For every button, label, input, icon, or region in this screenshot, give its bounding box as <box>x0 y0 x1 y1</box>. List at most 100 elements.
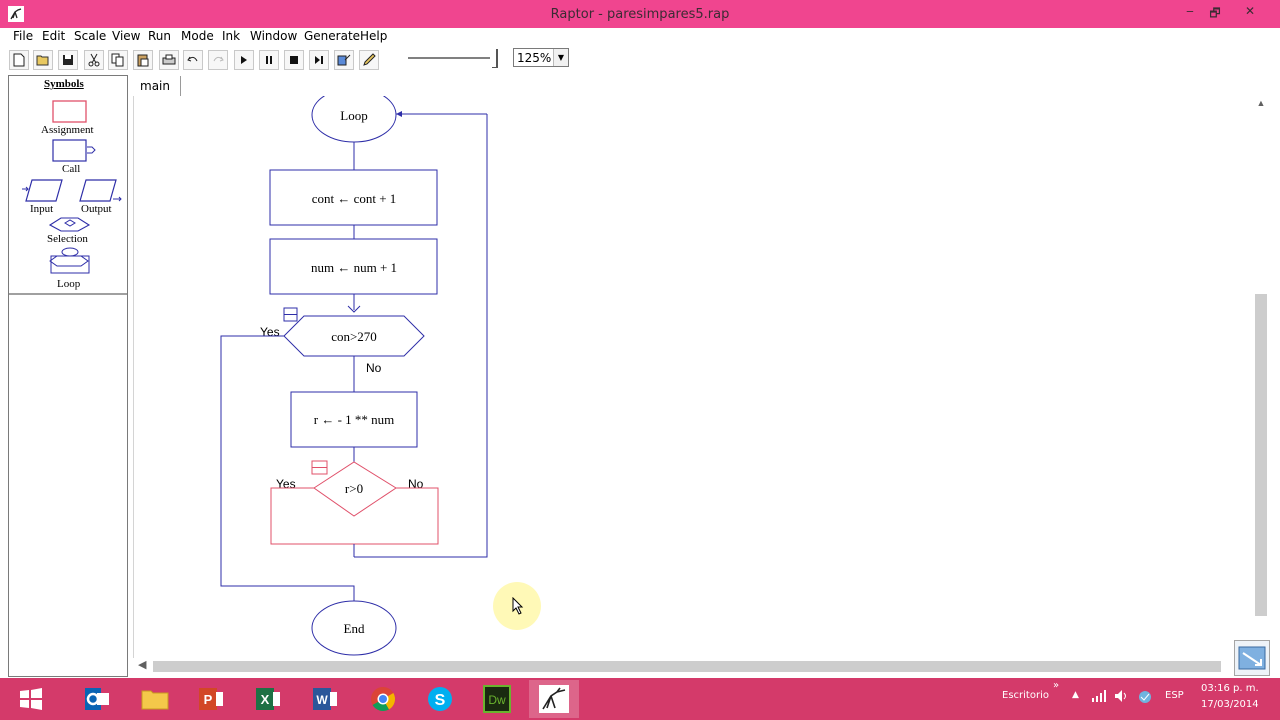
flowchart-canvas[interactable]: Loop cont ← cont + 1 num ← num + 1 con>2… <box>133 96 1254 658</box>
svg-text:X: X <box>261 692 270 707</box>
flowchart-drawing: Loop cont ← cont + 1 num ← num + 1 con>2… <box>220 96 488 656</box>
undo-icon[interactable] <box>183 50 203 70</box>
assignment-cont-label: cont ← cont + 1 <box>312 191 397 206</box>
decision-con-no: No <box>366 361 382 375</box>
tab-main-label: main <box>140 79 170 93</box>
selection-r-no: No <box>408 477 424 491</box>
selection-label: Selection <box>47 233 88 245</box>
menu-edit[interactable]: Edit <box>42 29 65 43</box>
outlook-icon[interactable] <box>72 680 122 718</box>
decision-con-yes: Yes <box>260 325 280 339</box>
decision-con-label: con>270 <box>331 329 377 344</box>
volume-icon[interactable] <box>1114 689 1130 703</box>
restore-button[interactable]: 🗗 <box>1203 4 1227 22</box>
taskbar: P X W S Dw Escritorio » ▲ ESP 03:16 p. m… <box>0 678 1280 720</box>
svg-text:S: S <box>435 692 446 709</box>
horizontal-scrollbar[interactable]: ◀ <box>138 659 1234 673</box>
cut-icon[interactable] <box>84 50 104 70</box>
tab-main[interactable]: main <box>134 76 181 96</box>
copy-icon[interactable] <box>108 50 128 70</box>
menu-bar: File Edit Scale View Run Mode Ink Window… <box>0 28 1280 47</box>
close-button[interactable]: ✕ <box>1238 4 1262 22</box>
corner-navigator-button[interactable] <box>1234 640 1270 676</box>
menu-run[interactable]: Run <box>148 29 171 43</box>
loop-symbol-icon[interactable] <box>49 247 91 275</box>
zoom-slider-thumb[interactable] <box>492 49 498 68</box>
assignment-r-label: r ← - 1 ** num <box>314 412 395 427</box>
window-title: Raptor - paresimpares5.rap <box>550 7 730 22</box>
print-icon[interactable] <box>159 50 179 70</box>
menu-window[interactable]: Window <box>250 29 297 43</box>
input-language-indicator[interactable]: ESP <box>1165 690 1184 701</box>
word-icon[interactable]: W <box>300 680 350 718</box>
svg-text:W: W <box>316 693 328 707</box>
open-icon[interactable] <box>33 50 53 70</box>
clock-time[interactable]: 03:16 p. m. <box>1201 683 1259 694</box>
panel-divider <box>9 293 127 295</box>
call-symbol-icon[interactable] <box>52 139 98 163</box>
scroll-left-icon[interactable]: ◀ <box>138 658 152 671</box>
input-label: Input <box>30 203 54 215</box>
paste-icon[interactable] <box>133 50 153 70</box>
selection-r-yes: Yes <box>276 477 296 491</box>
assignment-label: Assignment <box>41 124 94 136</box>
pen-icon[interactable] <box>359 50 379 70</box>
svg-text:P: P <box>204 692 213 707</box>
assignment-num-label: num ← num + 1 <box>311 260 397 275</box>
horizontal-scroll-thumb[interactable] <box>153 661 1221 672</box>
raptor-icon[interactable] <box>529 680 579 718</box>
powerpoint-icon[interactable]: P <box>186 680 236 718</box>
menu-generate[interactable]: Generate <box>304 29 360 43</box>
symbols-panel: Symbols Assignment Call Input Output Sel… <box>8 75 128 677</box>
menu-help[interactable]: Help <box>360 29 387 43</box>
zoom-slider-track[interactable] <box>408 57 490 60</box>
selection-symbol-icon[interactable] <box>49 217 91 233</box>
loop-label: Loop <box>57 278 81 290</box>
assignment-symbol-icon[interactable] <box>52 100 88 124</box>
chevron-down-icon[interactable]: ▼ <box>553 49 568 66</box>
symbols-heading: Symbols <box>44 78 84 90</box>
vertical-scroll-thumb[interactable] <box>1255 294 1267 616</box>
save-icon[interactable] <box>58 50 78 70</box>
input-symbol-icon[interactable] <box>22 179 66 203</box>
pause-icon[interactable] <box>259 50 279 70</box>
clock-date[interactable]: 17/03/2014 <box>1201 699 1259 710</box>
output-symbol-icon[interactable] <box>79 179 123 203</box>
file-explorer-icon[interactable] <box>130 680 180 718</box>
network-icon[interactable] <box>1091 689 1107 703</box>
redo-icon[interactable] <box>208 50 228 70</box>
windows-start-icon[interactable] <box>6 680 56 718</box>
vertical-scrollbar[interactable]: ▲ <box>1253 96 1269 618</box>
security-shield-icon[interactable] <box>1137 689 1153 705</box>
new-icon[interactable] <box>9 50 29 70</box>
selection-r-label: r>0 <box>345 481 363 496</box>
play-icon[interactable] <box>234 50 254 70</box>
menu-scale[interactable]: Scale <box>74 29 106 43</box>
call-label: Call <box>62 163 81 175</box>
show-hidden-icons-icon[interactable]: ▲ <box>1072 690 1079 700</box>
test-icon[interactable] <box>334 50 354 70</box>
dreamweaver-icon[interactable]: Dw <box>472 680 522 718</box>
minimize-button[interactable]: ‒ <box>1178 4 1202 22</box>
end-node-label: End <box>344 621 365 636</box>
excel-icon[interactable]: X <box>243 680 293 718</box>
toolbar <box>0 47 1280 73</box>
svg-text:Dw: Dw <box>488 693 506 707</box>
menu-view[interactable]: View <box>112 29 140 43</box>
menu-file[interactable]: File <box>13 29 33 43</box>
chrome-icon[interactable] <box>358 680 408 718</box>
skype-icon[interactable]: S <box>415 680 465 718</box>
mouse-cursor-icon <box>512 597 524 615</box>
output-label: Output <box>81 203 112 215</box>
zoom-select[interactable]: 125% ▼ <box>513 48 569 67</box>
menu-mode[interactable]: Mode <box>181 29 214 43</box>
scroll-up-icon[interactable]: ▲ <box>1253 98 1269 112</box>
loop-node-label: Loop <box>340 108 367 123</box>
stop-icon[interactable] <box>284 50 304 70</box>
step-icon[interactable] <box>309 50 329 70</box>
zoom-value: 125% <box>517 51 552 65</box>
desktop-toolbar-label[interactable]: Escritorio <box>1002 690 1049 701</box>
menu-ink[interactable]: Ink <box>222 29 240 43</box>
chevron-right-icon[interactable]: » <box>1053 680 1059 691</box>
title-bar: Raptor - paresimpares5.rap ‒ 🗗 ✕ <box>0 0 1280 28</box>
